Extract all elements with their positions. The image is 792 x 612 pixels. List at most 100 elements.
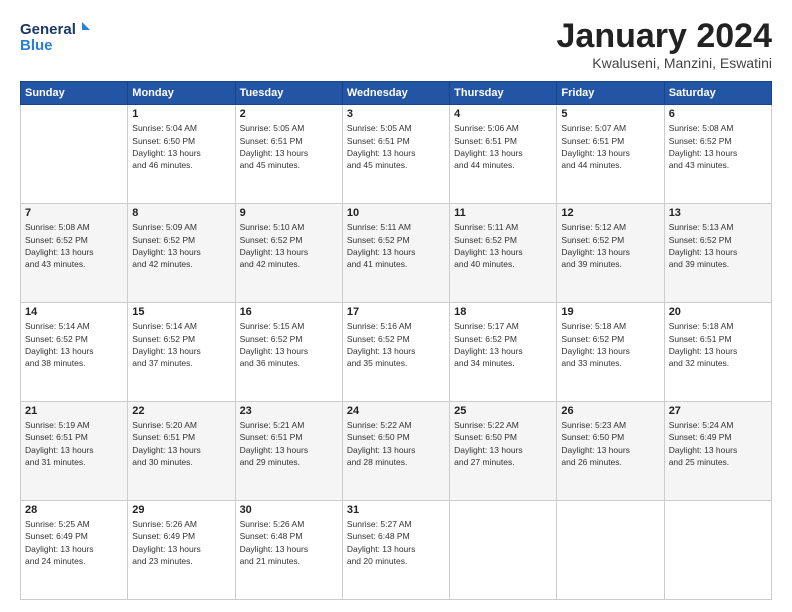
day-info: Sunrise: 5:14 AM Sunset: 6:52 PM Dayligh…: [132, 320, 230, 369]
day-number: 30: [240, 504, 338, 516]
day-number: 20: [669, 306, 767, 318]
day-cell: [557, 501, 664, 600]
day-info: Sunrise: 5:26 AM Sunset: 6:49 PM Dayligh…: [132, 518, 230, 567]
week-row: 28 Sunrise: 5:25 AM Sunset: 6:49 PM Dayli…: [21, 501, 772, 600]
day-info: Sunrise: 5:14 AM Sunset: 6:52 PM Dayligh…: [25, 320, 123, 369]
day-info: Sunrise: 5:19 AM Sunset: 6:51 PM Dayligh…: [25, 419, 123, 468]
day-info: Sunrise: 5:08 AM Sunset: 6:52 PM Dayligh…: [25, 221, 123, 270]
day-cell: [664, 501, 771, 600]
day-number: 28: [25, 504, 123, 516]
weekday-header: Thursday: [450, 82, 557, 105]
day-info: Sunrise: 5:11 AM Sunset: 6:52 PM Dayligh…: [454, 221, 552, 270]
day-number: 17: [347, 306, 445, 318]
day-info: Sunrise: 5:11 AM Sunset: 6:52 PM Dayligh…: [347, 221, 445, 270]
day-cell: 29 Sunrise: 5:26 AM Sunset: 6:49 PM Dayli…: [128, 501, 235, 600]
day-cell: 28 Sunrise: 5:25 AM Sunset: 6:49 PM Dayli…: [21, 501, 128, 600]
day-info: Sunrise: 5:04 AM Sunset: 6:50 PM Dayligh…: [132, 122, 230, 171]
day-cell: 27Sunrise: 5:24 AM Sunset: 6:49 PM Dayli…: [664, 402, 771, 501]
day-cell: 19 Sunrise: 5:18 AM Sunset: 6:52 PM Dayli…: [557, 303, 664, 402]
week-row: 1Sunrise: 5:04 AM Sunset: 6:50 PM Daylig…: [21, 105, 772, 204]
day-cell: 7 Sunrise: 5:08 AM Sunset: 6:52 PM Daylig…: [21, 204, 128, 303]
day-cell: 24 Sunrise: 5:22 AM Sunset: 6:50 PM Dayli…: [342, 402, 449, 501]
day-number: 18: [454, 306, 552, 318]
day-cell: 1Sunrise: 5:04 AM Sunset: 6:50 PM Daylig…: [128, 105, 235, 204]
day-cell: 18Sunrise: 5:17 AM Sunset: 6:52 PM Dayli…: [450, 303, 557, 402]
day-cell: 23 Sunrise: 5:21 AM Sunset: 6:51 PM Dayli…: [235, 402, 342, 501]
day-info: Sunrise: 5:16 AM Sunset: 6:52 PM Dayligh…: [347, 320, 445, 369]
day-cell: 25Sunrise: 5:22 AM Sunset: 6:50 PM Dayli…: [450, 402, 557, 501]
day-info: Sunrise: 5:13 AM Sunset: 6:52 PM Dayligh…: [669, 221, 767, 270]
day-cell: 13 Sunrise: 5:13 AM Sunset: 6:52 PM Dayli…: [664, 204, 771, 303]
weekday-header: Saturday: [664, 82, 771, 105]
day-number: 8: [132, 207, 230, 219]
day-cell: 3Sunrise: 5:05 AM Sunset: 6:51 PM Daylig…: [342, 105, 449, 204]
day-cell: 5 Sunrise: 5:07 AM Sunset: 6:51 PM Daylig…: [557, 105, 664, 204]
day-info: Sunrise: 5:24 AM Sunset: 6:49 PM Dayligh…: [669, 419, 767, 468]
day-cell: 12Sunrise: 5:12 AM Sunset: 6:52 PM Dayli…: [557, 204, 664, 303]
day-number: 24: [347, 405, 445, 417]
day-cell: [450, 501, 557, 600]
day-cell: 22 Sunrise: 5:20 AM Sunset: 6:51 PM Dayli…: [128, 402, 235, 501]
day-cell: 21 Sunrise: 5:19 AM Sunset: 6:51 PM Dayli…: [21, 402, 128, 501]
week-row: 7 Sunrise: 5:08 AM Sunset: 6:52 PM Daylig…: [21, 204, 772, 303]
day-cell: 11 Sunrise: 5:11 AM Sunset: 6:52 PM Dayli…: [450, 204, 557, 303]
day-info: Sunrise: 5:10 AM Sunset: 6:52 PM Dayligh…: [240, 221, 338, 270]
day-number: 10: [347, 207, 445, 219]
day-number: 29: [132, 504, 230, 516]
day-info: Sunrise: 5:09 AM Sunset: 6:52 PM Dayligh…: [132, 221, 230, 270]
weekday-header: Tuesday: [235, 82, 342, 105]
day-info: Sunrise: 5:23 AM Sunset: 6:50 PM Dayligh…: [561, 419, 659, 468]
day-cell: 6Sunrise: 5:08 AM Sunset: 6:52 PM Daylig…: [664, 105, 771, 204]
day-info: Sunrise: 5:26 AM Sunset: 6:48 PM Dayligh…: [240, 518, 338, 567]
day-number: 23: [240, 405, 338, 417]
day-info: Sunrise: 5:06 AM Sunset: 6:51 PM Dayligh…: [454, 122, 552, 171]
day-number: 15: [132, 306, 230, 318]
day-number: 31: [347, 504, 445, 516]
day-cell: 4 Sunrise: 5:06 AM Sunset: 6:51 PM Daylig…: [450, 105, 557, 204]
day-cell: 9Sunrise: 5:10 AM Sunset: 6:52 PM Daylig…: [235, 204, 342, 303]
header: General Blue January 2024 Kwaluseni, Man…: [20, 18, 772, 71]
day-info: Sunrise: 5:22 AM Sunset: 6:50 PM Dayligh…: [347, 419, 445, 468]
svg-text:Blue: Blue: [20, 37, 53, 54]
weekday-header: Friday: [557, 82, 664, 105]
header-row: SundayMondayTuesdayWednesdayThursdayFrid…: [21, 82, 772, 105]
day-number: 13: [669, 207, 767, 219]
week-row: 21 Sunrise: 5:19 AM Sunset: 6:51 PM Dayli…: [21, 402, 772, 501]
day-info: Sunrise: 5:18 AM Sunset: 6:52 PM Dayligh…: [561, 320, 659, 369]
day-number: 11: [454, 207, 552, 219]
day-number: 5: [561, 108, 659, 120]
day-number: 21: [25, 405, 123, 417]
day-cell: 30 Sunrise: 5:26 AM Sunset: 6:48 PM Dayli…: [235, 501, 342, 600]
day-info: Sunrise: 5:18 AM Sunset: 6:51 PM Dayligh…: [669, 320, 767, 369]
day-number: 22: [132, 405, 230, 417]
day-info: Sunrise: 5:05 AM Sunset: 6:51 PM Dayligh…: [240, 122, 338, 171]
day-cell: 31 Sunrise: 5:27 AM Sunset: 6:48 PM Dayli…: [342, 501, 449, 600]
day-info: Sunrise: 5:21 AM Sunset: 6:51 PM Dayligh…: [240, 419, 338, 468]
day-info: Sunrise: 5:20 AM Sunset: 6:51 PM Dayligh…: [132, 419, 230, 468]
day-number: 4: [454, 108, 552, 120]
calendar-page: General Blue January 2024 Kwaluseni, Man…: [0, 0, 792, 612]
logo: General Blue: [20, 18, 90, 56]
day-number: 14: [25, 306, 123, 318]
day-cell: 10 Sunrise: 5:11 AM Sunset: 6:52 PM Dayli…: [342, 204, 449, 303]
day-cell: 16Sunrise: 5:15 AM Sunset: 6:52 PM Dayli…: [235, 303, 342, 402]
day-number: 6: [669, 108, 767, 120]
calendar-subtitle: Kwaluseni, Manzini, Eswatini: [557, 55, 773, 71]
calendar-title: January 2024: [557, 18, 773, 55]
calendar-table: SundayMondayTuesdayWednesdayThursdayFrid…: [20, 81, 772, 600]
day-number: 26: [561, 405, 659, 417]
day-number: 16: [240, 306, 338, 318]
day-cell: 26 Sunrise: 5:23 AM Sunset: 6:50 PM Dayli…: [557, 402, 664, 501]
day-info: Sunrise: 5:07 AM Sunset: 6:51 PM Dayligh…: [561, 122, 659, 171]
day-number: 7: [25, 207, 123, 219]
day-cell: 2 Sunrise: 5:05 AM Sunset: 6:51 PM Daylig…: [235, 105, 342, 204]
day-cell: 14 Sunrise: 5:14 AM Sunset: 6:52 PM Dayli…: [21, 303, 128, 402]
day-info: Sunrise: 5:22 AM Sunset: 6:50 PM Dayligh…: [454, 419, 552, 468]
day-info: Sunrise: 5:27 AM Sunset: 6:48 PM Dayligh…: [347, 518, 445, 567]
logo-svg: General Blue: [20, 18, 90, 56]
day-cell: 8 Sunrise: 5:09 AM Sunset: 6:52 PM Daylig…: [128, 204, 235, 303]
week-row: 14 Sunrise: 5:14 AM Sunset: 6:52 PM Dayli…: [21, 303, 772, 402]
day-number: 19: [561, 306, 659, 318]
day-info: Sunrise: 5:25 AM Sunset: 6:49 PM Dayligh…: [25, 518, 123, 567]
day-number: 2: [240, 108, 338, 120]
